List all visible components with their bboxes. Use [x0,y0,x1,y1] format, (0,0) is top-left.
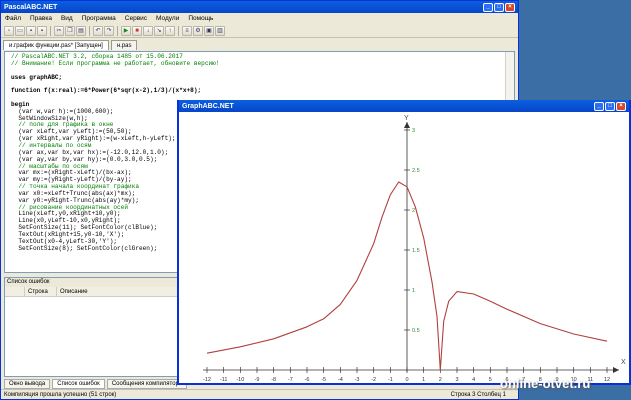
graph-maximize-button[interactable]: □ [605,101,615,111]
graph-titlebar[interactable]: GraphABC.NET _ □ × [179,100,629,112]
save-icon[interactable]: ▪ [26,25,36,36]
menu-file[interactable]: Файл [5,15,21,22]
x-tick-label: 5 [489,377,492,383]
watermark: online-otvet.ru [500,376,591,391]
close-button[interactable]: × [505,2,515,12]
x-tick-label: 0 [405,377,408,383]
x-tick-label: -7 [288,377,293,383]
x-tick-label: 12 [604,377,610,383]
x-tick-label: 1 [422,377,425,383]
status-compile: Компиляция прошла успешно (51 строк) [4,392,117,398]
code-line[interactable]: uses graphABC; [11,74,508,82]
toolbar-divider [50,25,51,36]
toolbar-divider [178,25,179,36]
graph-close-button[interactable]: × [616,101,626,111]
x-tick-label: 3 [455,377,458,383]
format-icon[interactable]: ≡ [182,25,192,36]
error-col-line[interactable]: Строка [25,287,57,296]
toolbar-divider [117,25,118,36]
graph-title: GraphABC.NET [182,102,234,110]
run-icon[interactable]: ▶ [121,25,131,36]
x-tick-label: 2 [439,377,442,383]
menu-help[interactable]: Помощь [188,15,213,22]
toolbar: ▫ ▭ ▪ ▪ ✂ ❐ ▤ ↶ ↷ ▶ ■ ↓ ↘ ↑ ≡ ⚙ ▣ ▥ [1,24,518,38]
graph-minimize-button[interactable]: _ [594,101,604,111]
x-tick-label: -10 [236,377,244,383]
new-file-icon[interactable]: ▫ [4,25,14,36]
tab-output-window[interactable]: Окно вывода [4,379,51,389]
x-tick-label: -2 [371,377,376,383]
graph-window: GraphABC.NET _ □ × X Y -12 -11 -10 -9 -8 -7 -6 -5… [177,100,631,385]
tab-function-graph[interactable]: и.график функции.pas* [Запущен] [3,40,109,50]
code-line[interactable]: function f(x:real):=6*Power(6*sqr(x-2),1… [11,87,508,95]
editor-tabs: и.график функции.pas* [Запущен] н.pas [1,38,518,50]
step-into-icon[interactable]: ↘ [154,25,164,36]
maximize-button[interactable]: □ [494,2,504,12]
copy-icon[interactable]: ❐ [65,25,75,36]
open-folder-icon[interactable]: ▭ [15,25,25,36]
settings-icon[interactable]: ⚙ [193,25,203,36]
menu-service[interactable]: Сервис [125,15,147,22]
x-tick-label: -6 [305,377,310,383]
code-line[interactable]: // Внимание! Если программа не работает,… [11,60,508,68]
output-window-icon[interactable]: ▥ [215,25,225,36]
code-line[interactable] [11,68,508,75]
tab-error-list[interactable]: Список ошибок [52,379,105,389]
save-all-icon[interactable]: ▪ [37,25,47,36]
x-axis-arrow [613,367,619,373]
y-tick-label: 2 [412,208,415,214]
x-tick-label: -1 [388,377,393,383]
undo-icon[interactable]: ↶ [93,25,103,36]
x-tick-label: -4 [338,377,343,383]
toolbar-divider [89,25,90,36]
x-tick-label: -8 [271,377,276,383]
ide-title: PascalABC.NET [4,3,58,11]
menu-view[interactable]: Вид [61,15,73,22]
x-tick-label: -12 [203,377,211,383]
function-chart: XY-12 -11 -10 -9 -8 -7 -6 -5 -4 -3 -2 -1 0 1 2 3 4 5 6 7 8 9 1… [203,115,626,383]
x-tick-label: -5 [321,377,326,383]
y-tick-label: 0.5 [412,328,420,334]
error-col-desc[interactable]: Описание [57,287,197,296]
y-tick-label: 1 [412,288,415,294]
step-out-icon[interactable]: ↑ [165,25,175,36]
ide-titlebar[interactable]: PascalABC.NET _ □ × [1,1,518,13]
y-tick-label: 1.5 [412,248,420,254]
y-axis-arrow [404,122,410,128]
status-bar: Компиляция прошла успешно (51 строк) Стр… [1,389,518,399]
paste-icon[interactable]: ▤ [76,25,86,36]
tab-compiler-messages[interactable]: Сообщения компилятора [106,379,188,389]
bottom-tabs: Окно вывода Список ошибок Сообщения комп… [4,379,188,389]
menu-program[interactable]: Программа [82,15,116,22]
menu-modules[interactable]: Модули [156,15,179,22]
menu-edit[interactable]: Правка [30,15,52,22]
x-axis-label: X [621,359,626,366]
x-tick-label: -3 [355,377,360,383]
x-tick-label: -9 [255,377,260,383]
window-layout-icon[interactable]: ▣ [204,25,214,36]
menu-bar: Файл Правка Вид Программа Сервис Модули … [1,13,518,24]
stop-icon[interactable]: ■ [132,25,142,36]
y-axis-label: Y [404,115,409,122]
y-tick-label: 2.5 [412,168,420,174]
redo-icon[interactable]: ↷ [104,25,114,36]
x-tick-label: 4 [472,377,475,383]
tab-n-pas[interactable]: н.pas [110,40,138,50]
cut-icon[interactable]: ✂ [54,25,64,36]
minimize-button[interactable]: _ [483,2,493,12]
error-col-icon [5,287,25,296]
step-over-icon[interactable]: ↓ [143,25,153,36]
x-tick-label: -11 [220,377,228,383]
status-position: Строка 3 Столбец 1 [450,392,506,398]
y-tick-label: 3 [412,128,415,134]
